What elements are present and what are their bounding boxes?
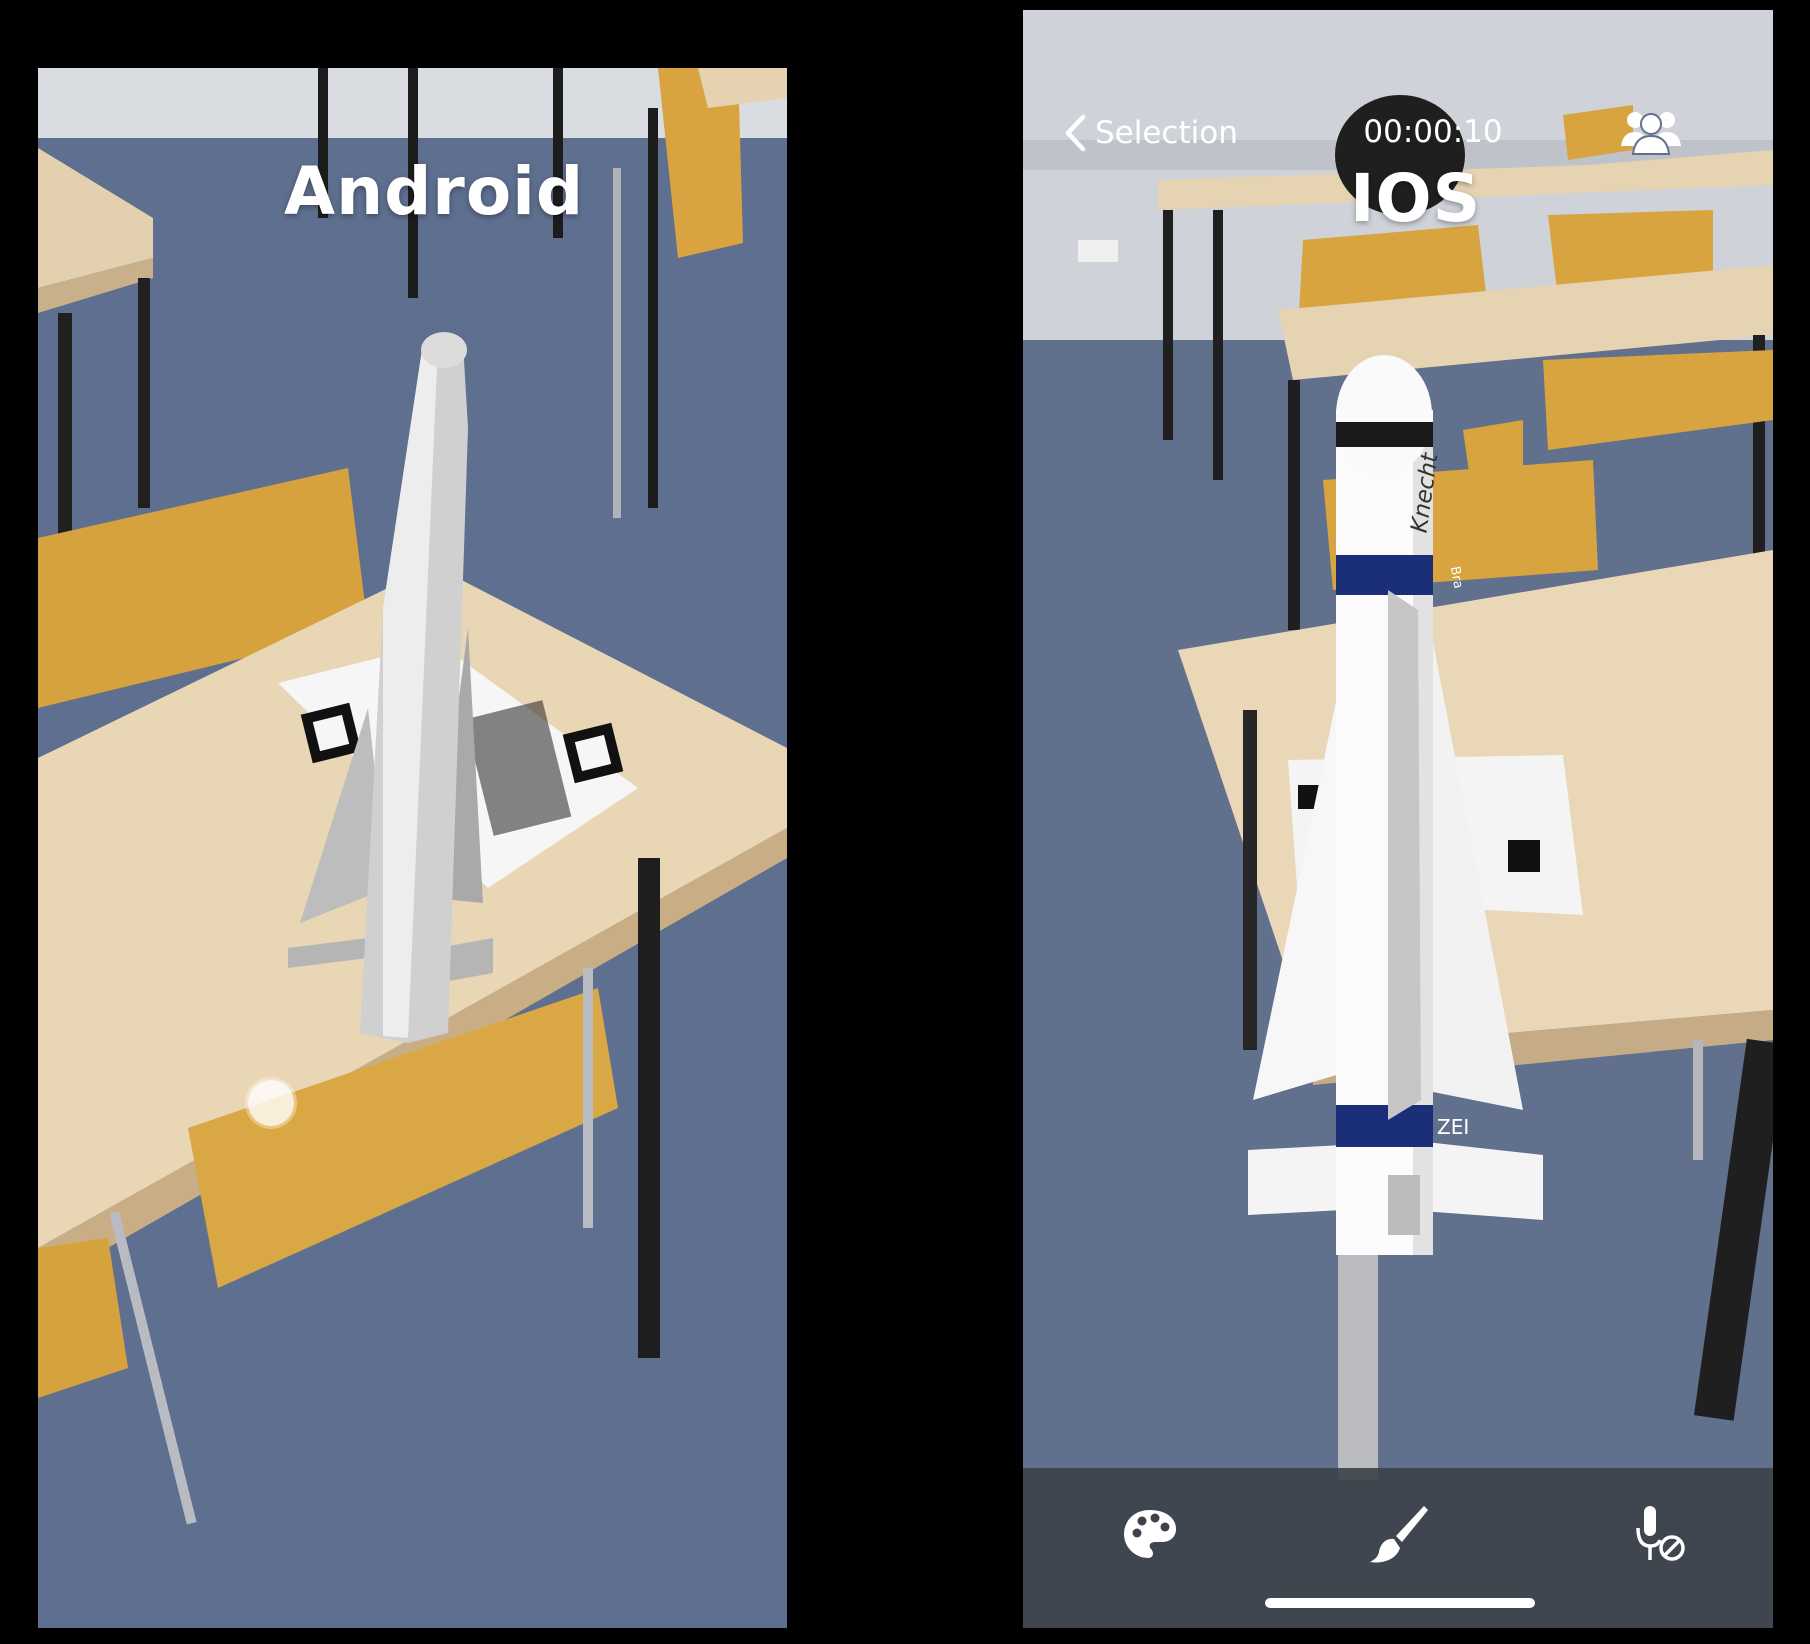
session-timer: 00:00:10 xyxy=(1363,114,1503,150)
home-indicator[interactable] xyxy=(1265,1598,1535,1608)
palette-icon xyxy=(1124,1510,1176,1558)
microphone-muted-icon xyxy=(1636,1506,1685,1561)
brush-icon xyxy=(1370,1506,1428,1563)
ios-ar-camera-view xyxy=(1023,10,1773,1628)
ios-screen: Knecht Bra ZEI IOS Selection 00:00:10 xyxy=(1023,10,1773,1628)
ios-nav-bar: Selection 00:00:10 xyxy=(1023,88,1773,180)
participants-button[interactable] xyxy=(1619,104,1683,160)
ios-toolbar xyxy=(1023,1468,1773,1628)
brush-button[interactable] xyxy=(1366,1502,1430,1566)
android-ar-camera-view xyxy=(38,68,787,1628)
android-label: Android xyxy=(284,153,585,230)
palette-button[interactable] xyxy=(1118,1502,1182,1566)
mute-microphone-button[interactable] xyxy=(1628,1502,1692,1566)
users-group-icon xyxy=(1621,112,1681,155)
android-screen: Android xyxy=(38,68,787,1628)
chevron-left-icon xyxy=(1065,114,1086,152)
back-button[interactable]: Selection xyxy=(1063,106,1238,160)
rocket-band-text-bottom: ZEI xyxy=(1437,1115,1470,1139)
touch-indicator xyxy=(248,1080,294,1126)
back-button-label: Selection xyxy=(1095,115,1238,151)
